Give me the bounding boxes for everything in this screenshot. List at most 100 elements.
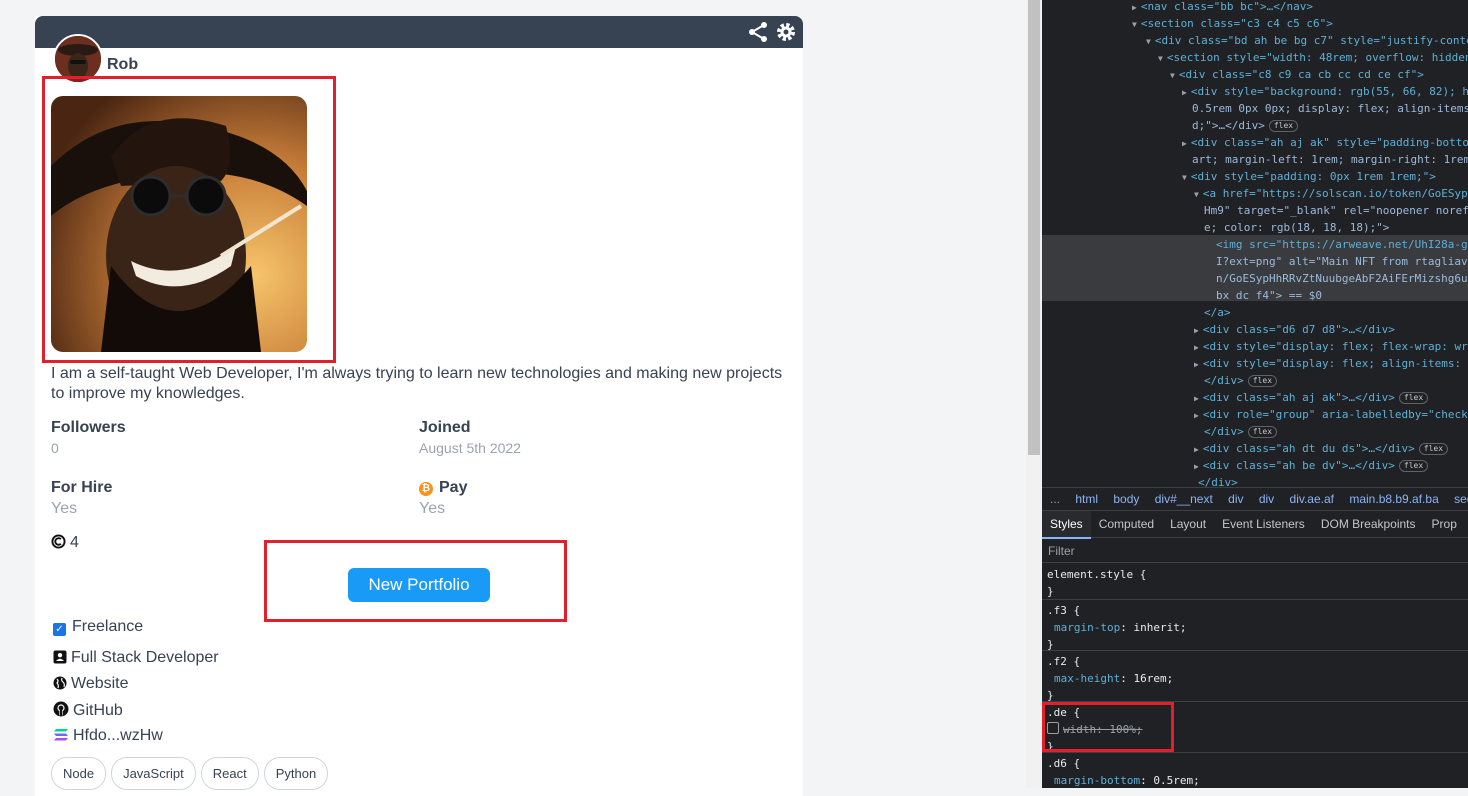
dom-node-line[interactable]: ▼ <section class="c3 c4 c5 c6"> [1132, 15, 1333, 32]
dom-node-line[interactable]: ▶ <div class="ah dt du ds">…</div> flex [1194, 440, 1449, 457]
dom-node-line[interactable]: ▶ <div class="ah aj ak">…</div> flex [1194, 389, 1429, 406]
github-icon [53, 701, 69, 717]
css-declaration[interactable]: max-height: 16rem; [1054, 670, 1173, 687]
dom-node-line[interactable]: ▶ <div role="group" aria-labelledby="chec… [1194, 406, 1468, 423]
css-selector[interactable]: element.style { [1047, 566, 1146, 583]
dom-node-line[interactable]: ▶ <div style="display: flex; align-items:… [1194, 355, 1468, 372]
dom-node-line[interactable]: ▶ <div style="background: rgb(55, 66, 82)… [1182, 83, 1468, 100]
dom-node-line[interactable]: <img src="https://arweave.net/UhI28a-gr [1212, 236, 1468, 253]
expand-arrow-icon[interactable]: ▶ [1194, 462, 1199, 471]
tag-react[interactable]: React [200, 757, 259, 790]
page-scrollbar-thumb[interactable] [1028, 0, 1040, 455]
dom-node-line[interactable]: ▼ <div class="c8 c9 ca cb cc cd ce cf"> [1170, 66, 1424, 83]
tab-event-listeners[interactable]: Event Listeners [1214, 511, 1313, 537]
dom-node-line[interactable]: n/GoESypHhRRvZtNuubgeAbF2AiFErMizshg6uA [1212, 270, 1468, 287]
breadcrumb-item[interactable]: div.ae.af [1290, 492, 1334, 506]
dom-node-line[interactable]: bx dc f4"> == $0 [1212, 287, 1322, 304]
expand-arrow-icon[interactable]: ▶ [1194, 394, 1199, 403]
dom-node-line[interactable]: ▶ <div class="ah aj ak" style="padding-bo… [1182, 134, 1468, 151]
expand-arrow-icon[interactable]: ▶ [1194, 411, 1199, 420]
gear-icon[interactable] [775, 21, 797, 43]
tag-python[interactable]: Python [263, 757, 329, 790]
dom-node-line[interactable]: </div> flex [1200, 372, 1278, 389]
github-link[interactable]: GitHub [53, 701, 123, 720]
dom-node-line[interactable]: ▶ <div class="ah be dv">…</div> flex [1194, 457, 1429, 474]
dom-node-line[interactable]: art; margin-left: 1rem; margin-right: 1r… [1188, 151, 1468, 168]
dom-node-line[interactable]: ▼ <a href="https://solscan.io/token/GoESy… [1194, 185, 1468, 202]
collapse-arrow-icon[interactable]: ▼ [1170, 71, 1175, 80]
css-declaration[interactable]: margin-bottom: 0.5rem; [1054, 772, 1200, 788]
dom-node-line[interactable]: Hm9" target="_blank" rel="noopener noref… [1200, 202, 1468, 219]
website-link[interactable]: Website [53, 675, 129, 693]
checkbox-checked-icon[interactable]: ✓ [53, 623, 66, 636]
css-selector[interactable]: .f3 { [1047, 602, 1080, 619]
share-icon[interactable] [747, 21, 769, 43]
css-colon: : [1120, 621, 1134, 634]
breadcrumb-item[interactable]: body [1113, 492, 1139, 506]
declaration-checkbox[interactable] [1047, 722, 1059, 734]
flex-badge[interactable]: flex [1398, 392, 1429, 404]
dom-node-line[interactable]: e; color: rgb(18, 18, 18);"> [1200, 219, 1389, 236]
css-value: 16rem; [1133, 672, 1174, 685]
css-selector[interactable]: .f2 { [1047, 653, 1080, 670]
breadcrumb-item[interactable]: html [1075, 492, 1098, 506]
expand-arrow-icon[interactable]: ▶ [1182, 139, 1187, 148]
dom-node-line[interactable]: ▼ <div style="padding: 0px 1rem 1rem;"> [1182, 168, 1436, 185]
flex-badge[interactable]: flex [1247, 375, 1278, 387]
avatar[interactable] [53, 34, 103, 84]
dom-node-line[interactable]: ▶ <div style="display: flex; flex-wrap: w… [1194, 338, 1468, 355]
dom-node-line[interactable]: ▶ <div class="d6 d7 d8">…</div> [1194, 321, 1395, 338]
expand-arrow-icon[interactable]: ▶ [1182, 88, 1187, 97]
dom-node-line[interactable]: ▶ <nav class="bb bc">…</nav> [1132, 0, 1313, 15]
collapse-arrow-icon[interactable]: ▼ [1146, 37, 1151, 46]
dom-node-text: <a href="https://solscan.io/token/GoESyp… [1202, 187, 1468, 200]
main-nft-link[interactable] [51, 96, 307, 352]
breadcrumb-item[interactable]: div [1259, 492, 1274, 506]
new-portfolio-button[interactable]: New Portfolio [348, 568, 490, 602]
expand-arrow-icon[interactable]: ▶ [1132, 3, 1137, 12]
dom-node-line[interactable]: ▼ <div class="bd ah be bg c7" style="just… [1146, 32, 1468, 49]
css-selector[interactable]: .de { [1047, 704, 1080, 721]
wallet-link[interactable]: Hfdo...wzHw [53, 727, 163, 745]
tag-node[interactable]: Node [51, 757, 107, 790]
dom-node-text: I?ext=png" alt="Main NFT from rtagliavi [1216, 255, 1468, 268]
dom-node-line[interactable]: ▼ <section style="width: 48rem; overflow:… [1158, 49, 1468, 66]
collapse-arrow-icon[interactable]: ▼ [1158, 54, 1163, 63]
flex-badge[interactable]: flex [1247, 426, 1278, 438]
collapse-arrow-icon[interactable]: ▼ [1194, 190, 1199, 199]
dom-node-line[interactable]: </div> flex [1200, 423, 1278, 440]
css-declaration[interactable]: width: 100%; [1047, 721, 1143, 738]
tab-layout[interactable]: Layout [1162, 511, 1214, 537]
tab-computed[interactable]: Computed [1091, 511, 1162, 537]
expand-arrow-icon[interactable]: ▶ [1194, 360, 1199, 369]
tab-styles[interactable]: Styles [1042, 511, 1091, 539]
dom-node-line[interactable]: d;">…</div> flex [1188, 117, 1299, 134]
css-value: inherit; [1133, 621, 1187, 634]
collapse-arrow-icon[interactable]: ▼ [1182, 173, 1187, 182]
filter-input[interactable] [1046, 540, 1450, 562]
expand-arrow-icon[interactable]: ▶ [1194, 326, 1199, 335]
dom-node-line[interactable]: I?ext=png" alt="Main NFT from rtagliavi [1212, 253, 1468, 270]
css-selector[interactable]: .d6 { [1047, 755, 1080, 772]
tab-properties[interactable]: Prop [1424, 511, 1465, 537]
collapse-arrow-icon[interactable]: ▼ [1132, 20, 1137, 29]
dom-node-text: <div style="padding: 0px 1rem 1rem;"> [1190, 170, 1436, 183]
dom-node-text: <div role="group" aria-labelledby="check… [1202, 408, 1468, 421]
expand-arrow-icon[interactable]: ▶ [1194, 445, 1199, 454]
flex-badge[interactable]: flex [1418, 443, 1449, 455]
breadcrumb-item[interactable]: ... [1050, 492, 1060, 506]
tag-javascript[interactable]: JavaScript [111, 757, 196, 790]
breadcrumb-item[interactable]: div [1228, 492, 1243, 506]
flex-badge[interactable]: flex [1398, 460, 1429, 472]
css-declaration[interactable]: margin-top: inherit; [1054, 619, 1186, 636]
flex-badge[interactable]: flex [1268, 120, 1299, 132]
breadcrumb-item[interactable]: secti [1454, 492, 1468, 506]
breadcrumb-item[interactable]: div#__next [1155, 492, 1213, 506]
dom-node-line[interactable]: 0.5rem 0px 0px; display: flex; align-ite… [1188, 100, 1468, 117]
expand-arrow-icon[interactable]: ▶ [1194, 343, 1199, 352]
breadcrumb-item[interactable]: main.b8.b9.af.ba [1349, 492, 1438, 506]
solana-icon [54, 729, 68, 741]
tab-dom-breakpoints[interactable]: DOM Breakpoints [1313, 511, 1424, 537]
freelance-checkbox-row[interactable]: ✓ Freelance [53, 618, 143, 636]
dom-node-line[interactable]: </a> [1200, 304, 1231, 321]
